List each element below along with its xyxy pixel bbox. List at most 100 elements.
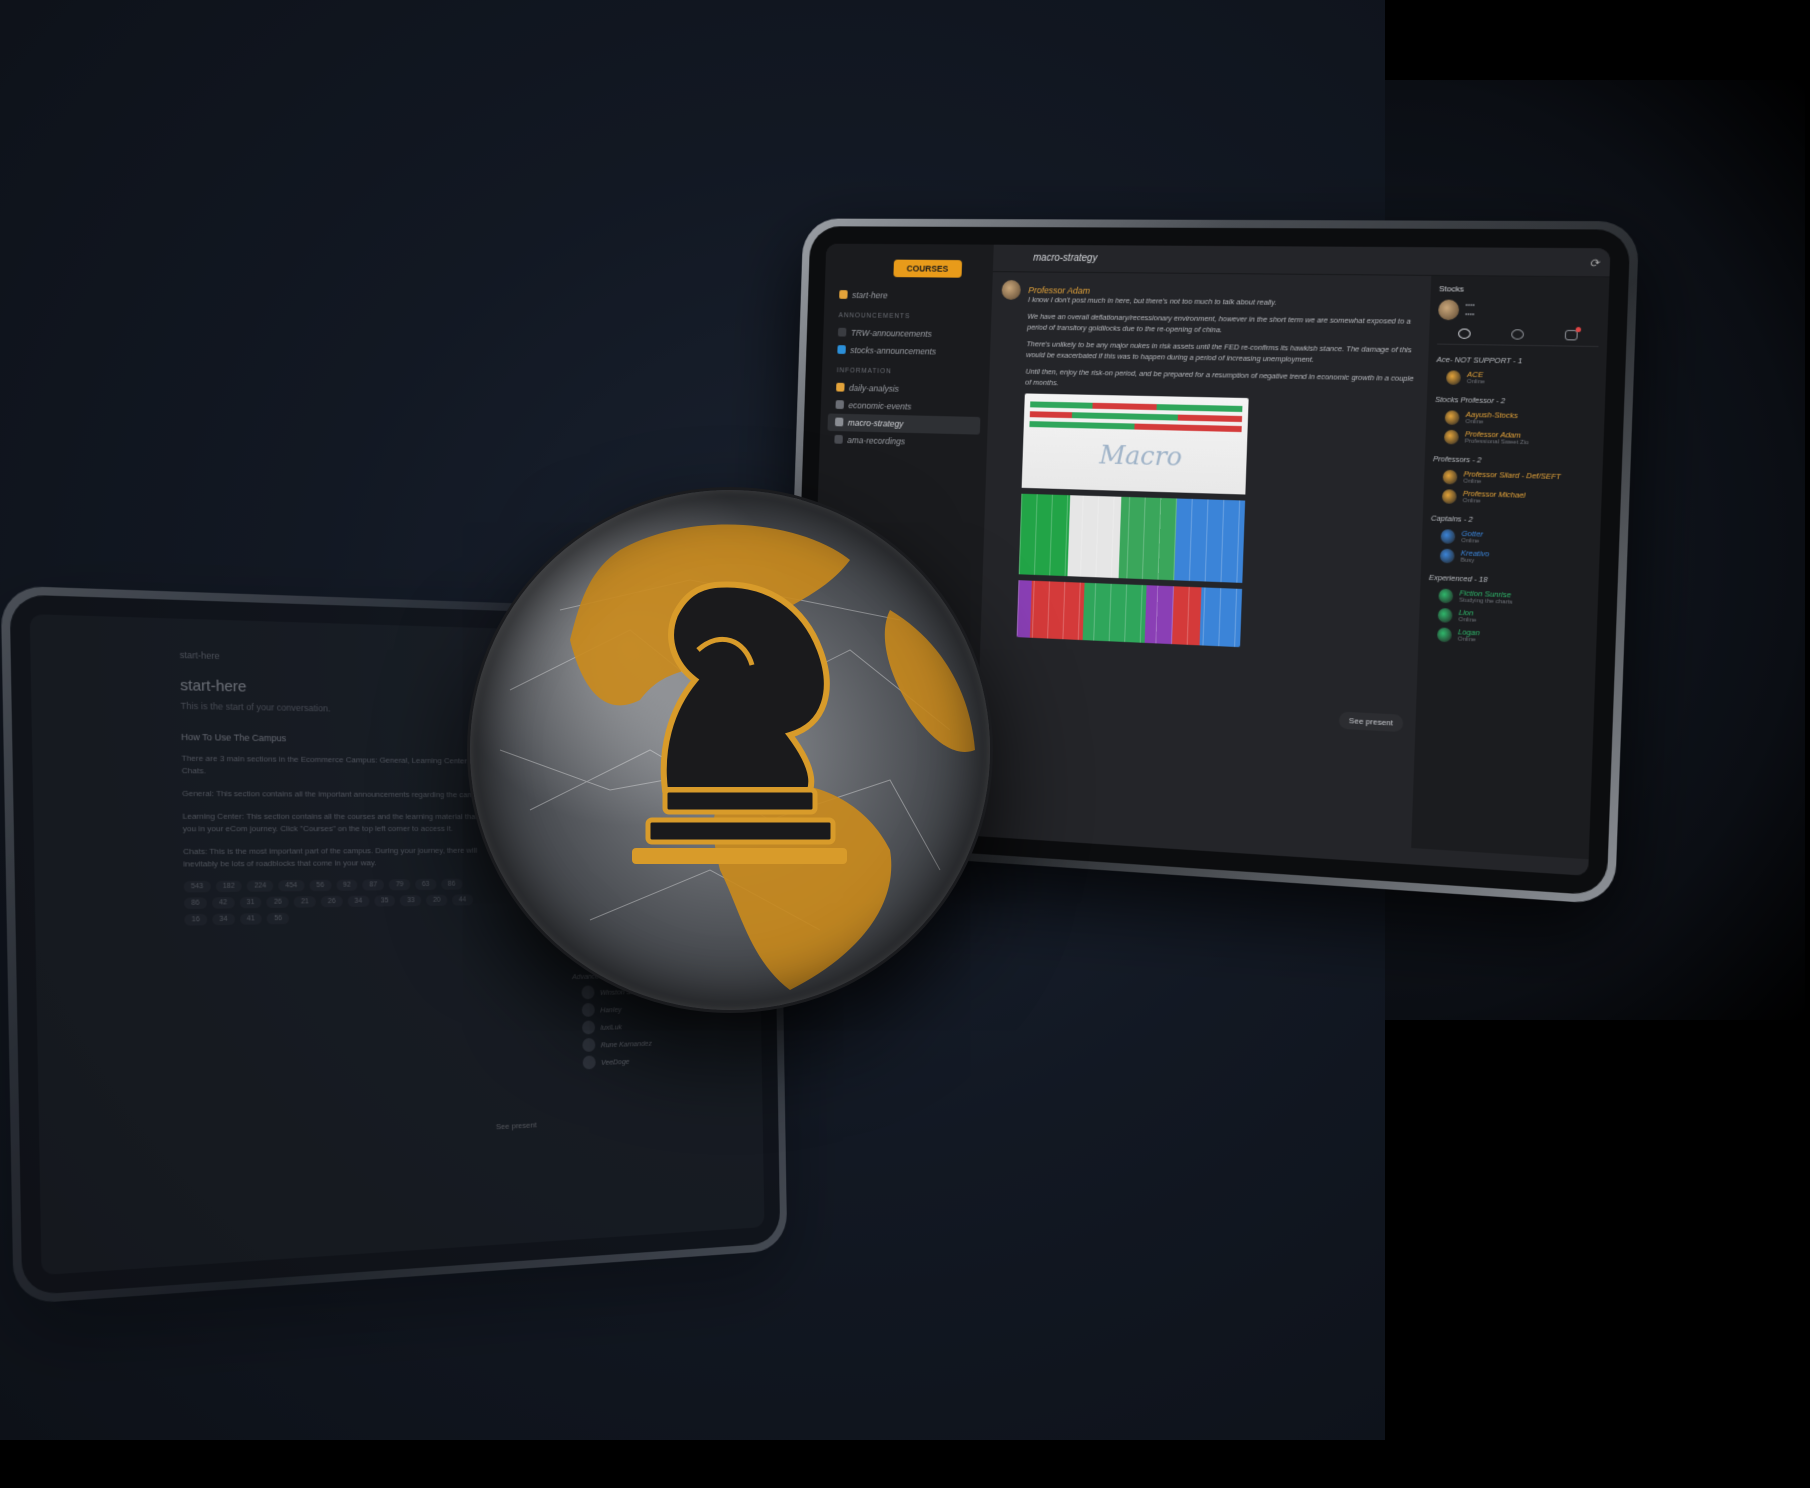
reaction-chip[interactable]: 34: [347, 896, 369, 907]
document-icon: [835, 418, 844, 427]
search-icon[interactable]: [1511, 329, 1524, 339]
channel-label: economic-events: [848, 400, 911, 411]
chat-area: Professor Adam I know I don't post much …: [974, 272, 1609, 859]
message-list: Professor Adam I know I don't post much …: [974, 272, 1431, 848]
channel-ama-recordings[interactable]: ama-recordings: [827, 431, 980, 452]
attached-chart-image[interactable]: Macro: [1017, 393, 1249, 647]
reaction-chip[interactable]: 92: [336, 880, 358, 891]
macro-chart: Macro: [1022, 393, 1249, 494]
member-item[interactable]: Aayush-Stocks Online: [1445, 409, 1597, 428]
see-present-button[interactable]: See present: [496, 1120, 537, 1131]
member-list: Stocks •••• •••• Ace- NOT SUPPORT - 1 ACE O…: [1411, 276, 1609, 859]
member-item[interactable]: Kreativo Busy: [1440, 548, 1591, 569]
member-text: Professor Adam Professional Sweet Zio: [1465, 429, 1530, 446]
member-status: Online: [1467, 379, 1485, 386]
member-groups: Ace- NOT SUPPORT - 1 ACE Online Stocks Prof…: [1427, 355, 1598, 648]
avatar: [1442, 489, 1457, 504]
see-present-button[interactable]: See present: [1339, 712, 1404, 733]
message-paragraph: Chats: This is the most important part o…: [183, 845, 510, 871]
member-text: Lion Online: [1458, 608, 1477, 624]
reaction-chip[interactable]: 543: [184, 881, 211, 893]
section-title: ANNOUNCEMENTS: [838, 312, 983, 321]
server-stats: •••• ••••: [1465, 301, 1475, 320]
channel-start-here[interactable]: start-here: [832, 286, 985, 305]
member-status: Studying the charts: [1459, 597, 1513, 605]
member-group-title: Professors - 2: [1433, 454, 1595, 467]
message-paragraph: Until then, enjoy the risk-on period, an…: [1025, 366, 1418, 396]
avatar: [1440, 529, 1455, 544]
avatar: [583, 1055, 596, 1069]
reaction-chip[interactable]: 79: [389, 879, 410, 890]
reaction-chip[interactable]: 42: [212, 897, 235, 909]
member-item[interactable]: Professor Adam Professional Sweet Zio: [1444, 429, 1595, 448]
avatar: [1443, 469, 1458, 484]
reaction-chip[interactable]: 86: [184, 897, 207, 909]
refresh-icon[interactable]: ⟳: [1589, 256, 1599, 270]
megaphone-icon: [838, 328, 847, 337]
avatar[interactable]: [1001, 280, 1021, 300]
continent-africa: [885, 610, 975, 752]
channel-label: ama-recordings: [847, 435, 905, 446]
member-item[interactable]: Professor Michael Online: [1442, 488, 1593, 508]
member-item[interactable]: Rune Karnandez: [582, 1033, 726, 1052]
reaction-chip[interactable]: 41: [240, 913, 262, 925]
avatar: [582, 1038, 595, 1052]
member-text: Fiction Sunrise Studying the charts: [1459, 588, 1513, 606]
chart-watermark: Macro: [1099, 441, 1183, 473]
member-item[interactable]: Logan Online: [1437, 626, 1588, 648]
member-item[interactable]: Gotter Online: [1440, 528, 1591, 549]
member-item[interactable]: ACE Online: [1446, 369, 1598, 387]
reaction-chip[interactable]: 224: [247, 880, 273, 892]
reaction-chip[interactable]: 35: [374, 895, 396, 906]
globe-graphic: [470, 490, 990, 1010]
member-status: Online: [1458, 636, 1480, 643]
chart-strip: [1030, 411, 1242, 422]
server-name: Stocks: [1439, 284, 1601, 295]
channel-stocks-announcements[interactable]: stocks-announcements: [830, 341, 983, 361]
main-panel: macro-strategy ⟳ Professor Adam I know I…: [974, 245, 1611, 876]
member-item[interactable]: Lion Online: [1438, 607, 1589, 629]
reaction-chip[interactable]: 21: [294, 896, 316, 907]
reaction-chip[interactable]: 33: [400, 895, 421, 906]
reaction-chip[interactable]: 20: [426, 895, 447, 906]
member-item[interactable]: VeeDoge: [583, 1051, 727, 1070]
reaction-chip[interactable]: 31: [239, 897, 261, 909]
member-text: Professor Silard - Def/SEFT Online: [1463, 469, 1561, 487]
avatar: [1437, 627, 1452, 642]
member-item[interactable]: Professor Silard - Def/SEFT Online: [1443, 469, 1594, 489]
members-icon[interactable]: [1458, 328, 1471, 338]
heatmap-table: [1017, 580, 1242, 647]
member-text: ACE Online: [1467, 370, 1486, 386]
reaction-chip[interactable]: 16: [184, 914, 207, 926]
reaction-chip[interactable]: 454: [278, 880, 304, 891]
member-text: Logan Online: [1458, 627, 1480, 643]
member-group-title: Ace- NOT SUPPORT - 1: [1436, 355, 1598, 367]
star-icon: [839, 290, 848, 299]
reaction-chip[interactable]: 34: [212, 914, 235, 926]
channel-label: stocks-announcements: [850, 345, 936, 356]
channel-label: start-here: [852, 290, 888, 300]
member-status: Online: [1465, 419, 1517, 426]
reaction-chip[interactable]: 56: [267, 913, 289, 925]
reaction-chip[interactable]: 56: [309, 880, 331, 891]
member-status: Online: [1461, 538, 1483, 545]
member-item[interactable]: Fiction Sunrise Studying the charts: [1438, 587, 1589, 608]
reaction-chip[interactable]: 26: [267, 896, 289, 908]
reaction-chip[interactable]: 86: [441, 879, 462, 890]
member-text: Professor Michael Online: [1463, 489, 1526, 506]
twitter-icon: [837, 345, 846, 354]
notification-icon[interactable]: [1565, 330, 1578, 341]
member-text: Aayush-Stocks Online: [1465, 410, 1518, 427]
reaction-chip[interactable]: 26: [321, 896, 343, 907]
member-group-title: Experienced - 18: [1429, 573, 1590, 588]
member-item[interactable]: luxiLuk: [582, 1016, 726, 1034]
courses-button[interactable]: COURSES: [893, 260, 961, 278]
message-paragraph: There are 3 main sections in the Ecommer…: [181, 752, 509, 779]
reaction-chip[interactable]: 63: [415, 879, 436, 890]
channel-label: TRW-announcements: [851, 328, 932, 339]
reaction-chip[interactable]: 87: [363, 879, 385, 890]
heatmap-table: [1019, 494, 1245, 583]
member-group-title: Captains - 2: [1431, 513, 1592, 527]
member-tabs: [1437, 328, 1599, 347]
reaction-chip[interactable]: 182: [216, 881, 243, 893]
